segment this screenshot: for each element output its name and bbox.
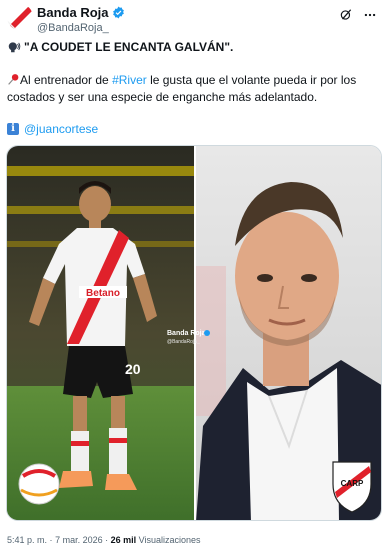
more-icon[interactable] <box>363 8 377 27</box>
watermark-name: Banda Roja <box>167 330 206 337</box>
watermark-handle: @BandaRoja_ <box>167 339 200 345</box>
information-icon: i <box>7 123 19 135</box>
headline-text: "A COUDET LE ENCANTA GALVÁN". <box>24 40 234 54</box>
hashtag-link[interactable]: #River <box>112 73 147 87</box>
speaking-head-icon <box>8 42 21 53</box>
headline-line: "A COUDET LE ENCANTA GALVÁN". <box>7 40 377 54</box>
meta-separator: · <box>49 535 53 545</box>
coach-photo: CARP <box>196 146 381 520</box>
tweet-media[interactable]: Betano 20 CARP Banda Roja @BandaRoja_ <box>6 145 382 521</box>
pushpin-icon <box>8 74 19 85</box>
flag-icon <box>7 4 33 30</box>
sponsor-text: Betano <box>86 288 120 299</box>
views-count: 26 mil <box>110 535 137 545</box>
meta-separator: · <box>105 535 109 545</box>
tweet-meta: 5:41 p. m. · 7 mar. 2026 · 26 mil Visual… <box>7 535 201 545</box>
verified-icon <box>112 6 124 19</box>
post-date[interactable]: 7 mar. 2026 <box>55 535 103 545</box>
avatar[interactable] <box>7 4 33 30</box>
crest-text: CARP <box>341 479 364 488</box>
views-label: Visualizaciones <box>138 535 201 545</box>
grok-icon[interactable] <box>339 8 353 27</box>
author-handle[interactable]: @BandaRoja_ <box>37 22 125 34</box>
tweet-body: Al entrenador de #River le gusta que el … <box>7 72 373 106</box>
tweet-header: Banda Roja @BandaRoja_ <box>7 4 377 36</box>
author-name[interactable]: Banda Roja <box>37 5 109 20</box>
shorts-number: 20 <box>125 361 141 377</box>
post-time[interactable]: 5:41 p. m. <box>7 535 47 545</box>
body-prefix: Al entrenador de <box>20 73 113 87</box>
mention-line: i @juancortese <box>7 122 98 136</box>
mention-link[interactable]: @juancortese <box>24 122 98 136</box>
